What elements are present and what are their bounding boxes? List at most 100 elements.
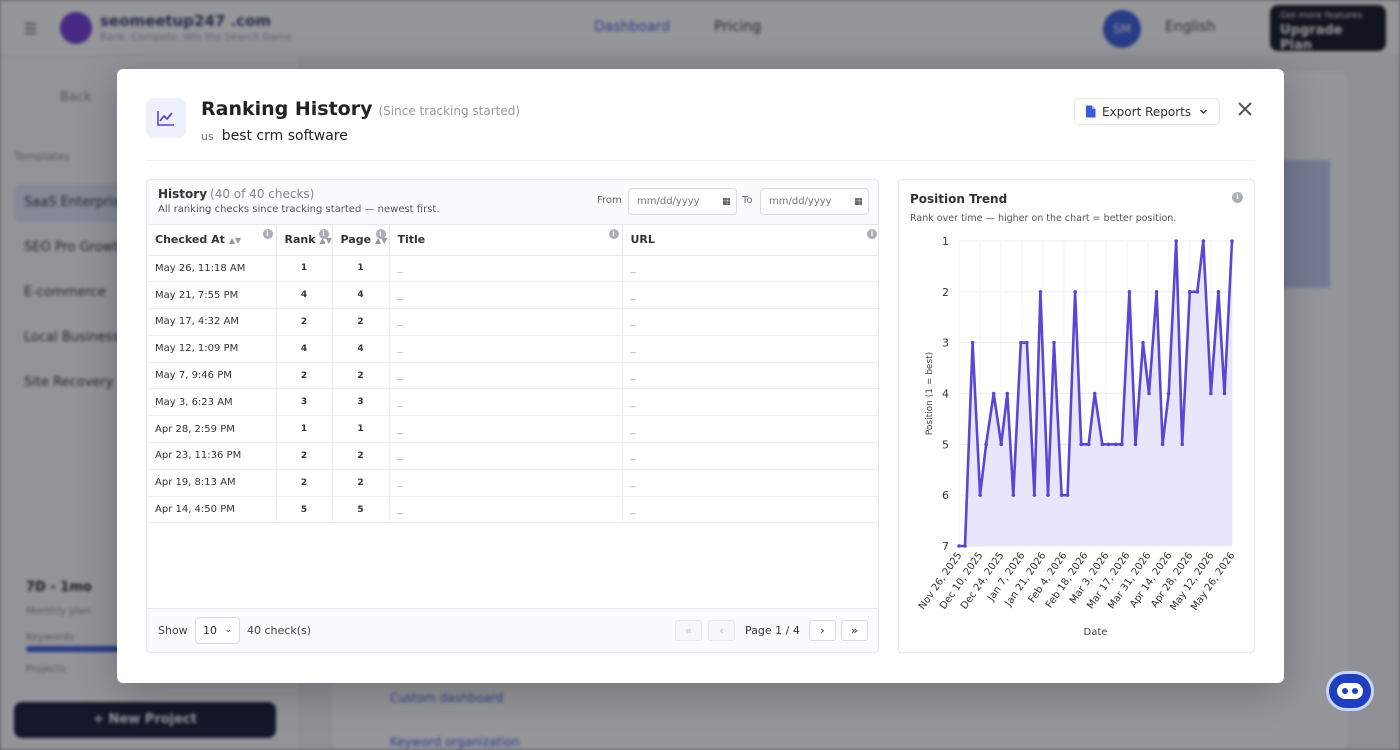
country-code: us <box>201 130 214 143</box>
cell-checked-at: May 7, 9:46 PM <box>147 362 277 390</box>
cell-url: _ <box>622 469 878 497</box>
data-point <box>999 442 1004 447</box>
info-icon[interactable]: i <box>318 229 329 239</box>
table-row: Apr 19, 8:13 AM 2 2 _ _ <box>147 469 878 497</box>
chevron-down-icon: ⌄ <box>224 625 232 635</box>
show-label: Show <box>158 624 188 637</box>
cell-page: 2 <box>332 442 390 470</box>
data-point <box>1209 391 1213 396</box>
y-tick-label: 2 <box>942 286 949 299</box>
cell-url: _ <box>622 281 878 310</box>
cell-rank: 3 <box>276 388 333 417</box>
cell-title: _ <box>389 308 623 336</box>
data-point <box>1216 290 1221 294</box>
table-row: May 21, 7:55 PM 4 4 _ _ <box>147 281 878 310</box>
data-point <box>1120 442 1124 447</box>
data-point <box>1133 442 1138 447</box>
export-reports-button[interactable]: Export Reports <box>1074 98 1220 125</box>
y-tick-label: 1 <box>942 235 949 248</box>
column-label: Checked At <box>155 233 225 247</box>
cell-url: _ <box>622 442 878 470</box>
last-page-button[interactable]: » <box>841 620 868 641</box>
position-trend-panel: Position Trend Rank over time — higher o… <box>898 179 1255 653</box>
data-point <box>1187 290 1192 294</box>
modal-divider <box>146 160 1255 161</box>
data-point <box>978 493 982 497</box>
cell-rank: 5 <box>276 496 333 524</box>
info-icon[interactable]: i <box>375 229 386 239</box>
table-row: May 12, 1:09 PM 4 4 _ _ <box>147 335 878 363</box>
y-tick-label: 6 <box>942 489 949 502</box>
data-point <box>1025 340 1029 345</box>
table-row: May 7, 9:46 PM 2 2 _ _ <box>147 362 878 390</box>
history-header: History (40 of 40 checks) All ranking che… <box>147 180 878 225</box>
calendar-icon[interactable]: ▦ <box>854 197 863 207</box>
cell-checked-at: May 3, 6:23 AM <box>147 388 277 417</box>
chart-title: Position Trend <box>910 192 1008 206</box>
cell-checked-at: May 12, 1:09 PM <box>147 335 277 363</box>
data-point <box>991 391 996 396</box>
from-date-input[interactable] <box>628 188 737 215</box>
column-checked-at[interactable]: Checked At ▲▼ i <box>147 225 277 256</box>
info-icon[interactable]: i <box>608 229 619 239</box>
info-icon[interactable]: i <box>867 229 877 239</box>
column-label: Title <box>397 233 426 247</box>
history-table: Checked At ▲▼ i Rank ▲▼ i Page ▲▼ i Title i URL… <box>147 225 878 524</box>
data-point <box>1154 290 1159 294</box>
table-row: May 17, 4:32 AM 2 2 _ _ <box>147 308 878 336</box>
cell-page: 4 <box>332 335 390 363</box>
data-point <box>1160 442 1165 447</box>
history-table-header: Checked At ▲▼ i Rank ▲▼ i Page ▲▼ i Title i URL… <box>147 225 878 256</box>
chat-assistant-button[interactable] <box>1326 671 1374 711</box>
table-row: Apr 23, 11:36 PM 2 2 _ _ <box>147 442 878 470</box>
from-label: From <box>597 195 622 206</box>
cell-rank: 2 <box>276 442 333 470</box>
data-point <box>1046 493 1050 497</box>
page-indicator: Page 1 / 4 <box>745 624 800 637</box>
close-icon[interactable] <box>1233 99 1257 123</box>
cell-checked-at: May 26, 11:18 AM <box>147 255 277 283</box>
data-point <box>1180 442 1185 447</box>
prev-page-button[interactable]: ‹ <box>708 620 735 641</box>
assistant-robot-icon <box>1337 683 1363 699</box>
column-url[interactable]: URL i <box>622 225 878 256</box>
next-page-button[interactable]: › <box>809 620 836 641</box>
column-label: URL <box>630 233 655 247</box>
data-point <box>1147 391 1151 396</box>
data-point <box>1011 493 1016 497</box>
data-point <box>984 442 988 447</box>
to-date-input[interactable] <box>760 188 869 215</box>
modal-title: Ranking History (Since tracking started) <box>201 98 520 120</box>
position-trend-chart[interactable]: 1234567Nov 26, 2025Dec 10, 2025Dec 24, 2… <box>899 230 1254 650</box>
data-point <box>1052 340 1056 345</box>
cell-page: 1 <box>332 255 390 283</box>
y-axis-title: Position (1 = best) <box>925 352 935 435</box>
column-label: Page <box>340 233 372 247</box>
cell-checked-at: Apr 14, 4:50 PM <box>147 496 277 524</box>
cell-rank: 2 <box>276 308 333 336</box>
sort-icon[interactable]: ▲▼ <box>229 236 241 245</box>
page-size-select[interactable]: 10 ⌄ <box>195 617 240 644</box>
y-tick-label: 4 <box>942 388 949 401</box>
cell-checked-at: Apr 23, 11:36 PM <box>147 442 277 470</box>
cell-title: _ <box>389 415 623 444</box>
column-rank[interactable]: Rank ▲▼ i <box>276 225 333 256</box>
column-page[interactable]: Page ▲▼ i <box>332 225 390 256</box>
calendar-icon[interactable]: ▦ <box>722 197 731 207</box>
table-row: Apr 28, 2:59 PM 1 1 _ _ <box>147 415 878 444</box>
data-point <box>1073 290 1077 294</box>
column-title[interactable]: Title i <box>389 225 623 256</box>
first-page-button[interactable]: « <box>675 620 702 641</box>
cell-url: _ <box>622 415 878 444</box>
total-checks: 40 check(s) <box>247 624 312 637</box>
cell-page: 2 <box>332 308 390 336</box>
to-label: To <box>742 195 753 206</box>
cell-checked-at: Apr 19, 8:13 AM <box>147 469 277 497</box>
cell-url: _ <box>622 388 878 417</box>
cell-rank: 1 <box>276 415 333 444</box>
data-point <box>963 544 967 548</box>
info-icon[interactable]: i <box>1232 192 1243 203</box>
data-point <box>1201 239 1206 243</box>
info-icon[interactable]: i <box>262 229 273 239</box>
cell-page: 2 <box>332 469 390 497</box>
